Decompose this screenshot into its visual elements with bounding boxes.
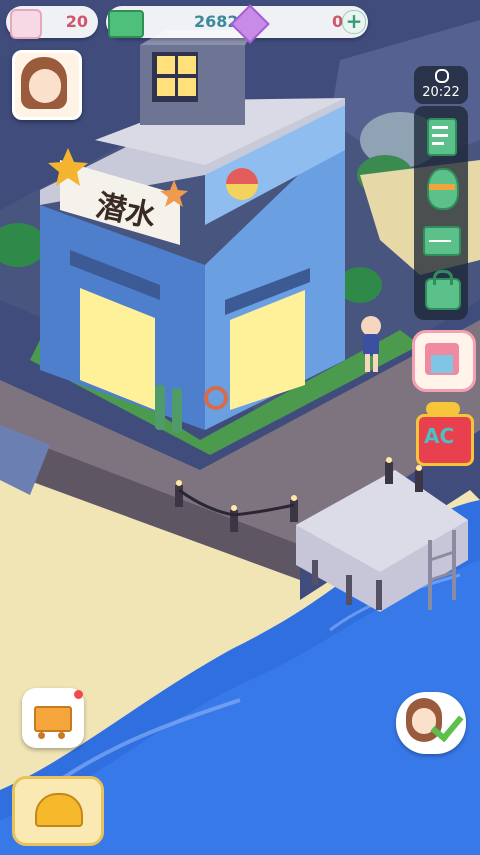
shopping-cart-icon — [34, 706, 72, 732]
ac-gift-button[interactable]: AC — [414, 402, 474, 466]
clock-time: 20:22 — [422, 85, 460, 100]
gems-value: 20 — [65, 12, 88, 31]
crystal-icon — [230, 4, 270, 44]
gems-icon — [10, 9, 42, 39]
ac-label: AC — [424, 424, 455, 448]
gems-counter[interactable]: 20 — [6, 6, 98, 39]
currency-bar[interactable]: 2682 0 + — [106, 4, 368, 44]
mail-icon[interactable] — [419, 218, 463, 262]
shop-button[interactable] — [412, 330, 476, 392]
game-clock: 20:22 — [414, 66, 468, 104]
notification-dot — [74, 690, 83, 699]
player-avatar[interactable] — [12, 50, 82, 120]
cart-button[interactable] — [22, 688, 84, 748]
character-confirm-button[interactable] — [396, 692, 466, 754]
hard-hat-icon — [35, 793, 83, 827]
add-currency-button[interactable]: + — [342, 10, 366, 34]
task-list-icon[interactable] — [419, 114, 463, 158]
bag-icon[interactable] — [419, 268, 463, 312]
avatar-face — [29, 69, 61, 103]
easter-egg-icon[interactable] — [419, 166, 463, 210]
build-button[interactable] — [12, 776, 104, 846]
clock-icon — [435, 69, 449, 83]
cash-icon — [108, 10, 144, 38]
